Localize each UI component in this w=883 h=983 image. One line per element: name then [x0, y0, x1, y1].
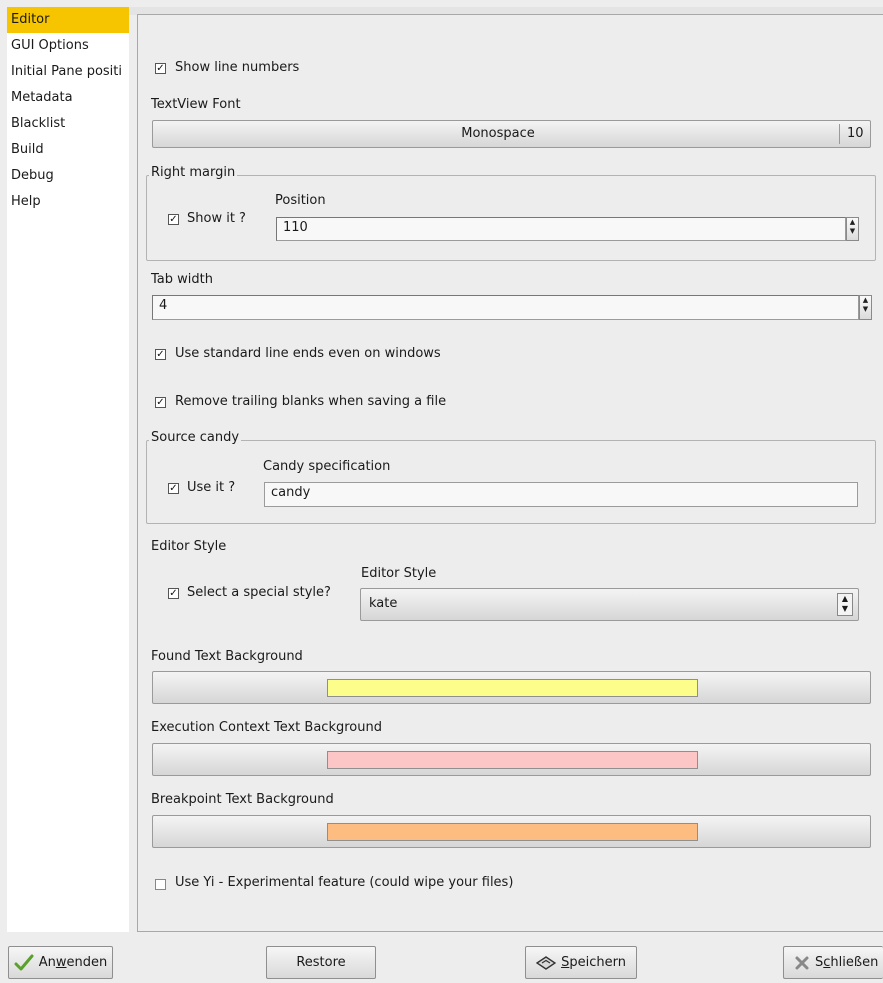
special-style-label: Select a special style? [187, 585, 331, 600]
editor-style-value: kate [369, 596, 398, 611]
sidebar-item-gui-options[interactable]: GUI Options [7, 33, 129, 59]
font-size: 10 [847, 126, 864, 141]
use-source-candy-label: Use it ? [187, 480, 236, 495]
tab-width-label: Tab width [151, 272, 213, 287]
chevron-up-down-icon: ▲ ▼ [837, 593, 853, 616]
breakpoint-bg-color-button[interactable] [152, 815, 871, 848]
exec-bg-color-button[interactable] [152, 743, 871, 776]
editor-style-select[interactable]: kate ▲ ▼ [360, 588, 859, 621]
sidebar-item-build[interactable]: Build [7, 137, 129, 163]
apply-button-label: Anwenden [38, 955, 108, 970]
restore-button[interactable]: Restore [266, 946, 376, 979]
close-icon [795, 956, 809, 969]
restore-button-label: Restore [296, 955, 346, 970]
tab-width-spinner[interactable]: ▲ ▼ [859, 295, 872, 320]
close-button-label: Schließen [815, 955, 879, 970]
found-bg-swatch [327, 679, 698, 697]
font-name: Monospace [461, 126, 535, 141]
use-yi-label: Use Yi - Experimental feature (could wip… [175, 875, 514, 890]
close-button[interactable]: Schließen [783, 946, 883, 979]
margin-position-label: Position [275, 193, 326, 208]
font-size-divider [839, 124, 840, 144]
sidebar-item-editor[interactable]: Editor [7, 7, 129, 33]
save-button[interactable]: Speichern [525, 946, 637, 979]
standard-line-ends-label: Use standard line ends even on windows [175, 346, 441, 361]
special-style-checkbox[interactable]: ✓ [168, 588, 179, 599]
save-button-label: Speichern [561, 955, 626, 970]
show-right-margin-label: Show it ? [187, 211, 246, 226]
exec-bg-swatch [327, 751, 698, 769]
remove-trailing-label: Remove trailing blanks when saving a fil… [175, 394, 447, 409]
exec-bg-label: Execution Context Text Background [151, 720, 382, 735]
margin-position-spinner[interactable]: ▲ ▼ [846, 217, 859, 241]
use-source-candy-checkbox[interactable]: ✓ [168, 483, 179, 494]
save-icon [536, 955, 557, 970]
sidebar-item-initial-pane-positions[interactable]: Initial Pane positi [7, 59, 129, 85]
sidebar-item-metadata[interactable]: Metadata [7, 85, 129, 111]
apply-button[interactable]: Anwenden [8, 946, 113, 979]
standard-line-ends-checkbox[interactable]: ✓ [155, 349, 166, 360]
source-candy-title: Source candy [149, 430, 242, 445]
sidebar-nav: Editor GUI Options Initial Pane positi M… [7, 7, 129, 932]
show-line-numbers-checkbox[interactable]: ✓ [155, 63, 166, 74]
remove-trailing-checkbox[interactable]: ✓ [155, 397, 166, 408]
margin-position-input[interactable]: 110 [276, 217, 846, 241]
found-bg-color-button[interactable] [152, 671, 871, 704]
editor-style-title: Editor Style [151, 539, 227, 554]
use-yi-checkbox[interactable] [155, 879, 166, 890]
sidebar-item-help[interactable]: Help [7, 189, 129, 215]
textview-font-label: TextView Font [151, 97, 241, 112]
editor-style-label: Editor Style [361, 566, 437, 581]
sidebar-item-blacklist[interactable]: Blacklist [7, 111, 129, 137]
sidebar-item-debug[interactable]: Debug [7, 163, 129, 189]
right-margin-title: Right margin [149, 165, 238, 180]
show-right-margin-checkbox[interactable]: ✓ [168, 214, 179, 225]
breakpoint-bg-swatch [327, 823, 698, 841]
found-bg-label: Found Text Background [151, 649, 303, 664]
breakpoint-bg-label: Breakpoint Text Background [151, 792, 334, 807]
candy-spec-input[interactable]: candy [264, 482, 858, 507]
candy-spec-label: Candy specification [263, 459, 391, 474]
font-chooser-button[interactable]: Monospace 10 [152, 120, 871, 148]
checkmark-icon [14, 954, 34, 970]
show-line-numbers-label: Show line numbers [175, 60, 300, 75]
tab-width-input[interactable]: 4 [152, 295, 859, 320]
